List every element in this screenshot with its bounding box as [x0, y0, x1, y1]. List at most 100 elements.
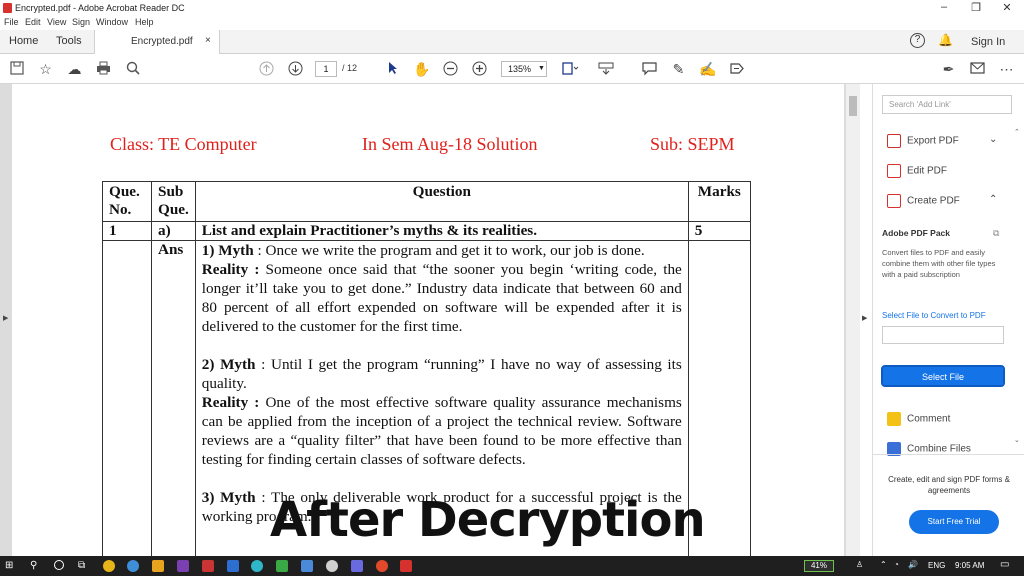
comment-icon[interactable] — [641, 61, 658, 78]
windows-start-icon[interactable]: ⊞ — [5, 560, 17, 572]
zoom-level-select[interactable]: 135% ▼ — [501, 61, 547, 77]
restore-button[interactable]: ❐ — [966, 1, 986, 14]
volume-icon[interactable]: 🔊 — [908, 560, 918, 569]
file-explorer-icon[interactable] — [152, 560, 164, 572]
print-icon[interactable] — [95, 61, 112, 78]
menu-help[interactable]: Help — [135, 17, 154, 27]
header-class: Class: TE Computer — [110, 134, 257, 154]
taskbar-app-icon[interactable] — [326, 560, 338, 572]
start-free-trial-button[interactable]: Start Free Trial — [909, 510, 999, 534]
taskbar-app-icon[interactable] — [177, 560, 189, 572]
after-decryption-overlay: After Decryption — [270, 492, 706, 548]
notification-icon[interactable]: ▭ — [1000, 559, 1009, 570]
scroll-down-icon[interactable]: ⌄ — [1014, 436, 1020, 444]
ans-que-cell — [102, 240, 152, 556]
taskbar-app-icon[interactable] — [202, 560, 214, 572]
scroll-up-icon[interactable]: ⌃ — [1014, 128, 1020, 136]
clock[interactable]: 9:05 AM — [955, 561, 984, 570]
sign-in-link[interactable]: Sign In — [971, 36, 1005, 48]
page-total: / 12 — [342, 63, 358, 73]
tab-home[interactable]: Home — [9, 35, 38, 47]
right-panel-toggle-icon[interactable]: ▶ — [862, 314, 867, 322]
tool-search-input[interactable]: Search 'Add Link' — [882, 95, 1012, 114]
menu-window[interactable]: Window — [96, 17, 128, 27]
acrobat-taskbar-icon[interactable] — [400, 560, 412, 572]
menu-sign[interactable]: Sign — [72, 17, 90, 27]
tool-comment[interactable]: Comment — [887, 412, 950, 426]
page-layout-icon[interactable] — [562, 61, 579, 78]
file-drop-box[interactable] — [882, 326, 1004, 344]
select-file-button[interactable]: Select File — [881, 365, 1005, 387]
scrollbar-thumb[interactable] — [849, 96, 857, 116]
bell-icon[interactable]: 🔔 — [938, 33, 953, 47]
close-window-button[interactable]: ✕ — [997, 1, 1017, 14]
select-file-link[interactable]: Select File to Convert to PDF — [882, 311, 986, 320]
row-marks: 5 — [687, 221, 751, 241]
tray-chevron-icon[interactable]: ⌃ — [880, 560, 887, 569]
vertical-scrollbar[interactable] — [846, 84, 860, 556]
people-icon[interactable]: ♙ — [856, 560, 863, 569]
scroll-mode-icon[interactable] — [597, 61, 614, 78]
tab-document-label: Encrypted.pdf — [131, 36, 193, 47]
next-page-icon[interactable] — [287, 61, 304, 78]
select-cursor-icon[interactable] — [384, 61, 401, 78]
tools-pane: Search 'Add Link' Export PDF ⌄ Edit PDF … — [872, 84, 1024, 556]
battery-indicator[interactable]: 41% — [804, 560, 834, 572]
ans-label: Ans — [151, 240, 196, 556]
pdf-page: Class: TE Computer In Sem Aug-18 Solutio… — [12, 84, 844, 556]
cloud-upload-icon[interactable]: ☁ — [66, 61, 83, 78]
hand-tool-icon[interactable]: ✋ — [413, 61, 430, 78]
more-tools-icon[interactable]: ⋯ — [998, 61, 1015, 78]
taskbar-app-icon[interactable] — [227, 560, 239, 572]
tool-export-pdf[interactable]: Export PDF — [887, 134, 959, 148]
menu-edit[interactable]: Edit — [25, 17, 41, 27]
network-icon[interactable]: ◔ — [894, 560, 899, 569]
zoom-out-icon[interactable] — [442, 61, 459, 78]
taskbar-app-icon[interactable] — [376, 560, 388, 572]
pdf-pack-description: Convert files to PDF and easily combine … — [882, 248, 996, 279]
chevron-down-icon: ▼ — [538, 65, 545, 72]
taskbar-app-icon[interactable] — [127, 560, 139, 572]
previous-page-icon[interactable] — [258, 61, 275, 78]
language-indicator[interactable]: ENG — [928, 561, 945, 570]
highlight-pen-icon[interactable]: ✎ — [670, 61, 687, 78]
menu-file[interactable]: File — [4, 17, 19, 27]
tool-create-pdf[interactable]: Create PDF — [887, 194, 960, 208]
row-que-no: 1 — [102, 221, 152, 241]
close-tab-icon[interactable]: × — [205, 35, 211, 46]
tab-row: Home Tools Encrypted.pdf × ? 🔔 Sign In — [0, 30, 1024, 54]
left-panel-toggle-icon[interactable]: ▶ — [3, 314, 8, 322]
sidebar-scrollbar[interactable]: ⌃ ⌄ — [1013, 128, 1023, 448]
link-sign-icon[interactable]: ✒ — [940, 61, 957, 78]
help-icon[interactable]: ? — [910, 33, 925, 48]
page-number-input[interactable]: 1 — [315, 61, 337, 77]
edge-icon[interactable] — [251, 560, 263, 572]
tab-tools[interactable]: Tools — [56, 35, 82, 47]
taskbar-app-icon[interactable] — [351, 560, 363, 572]
chevron-up-icon[interactable]: ⌃ — [989, 194, 997, 205]
chrome-icon[interactable] — [103, 560, 115, 572]
header-subject: Sub: SEPM — [650, 134, 735, 154]
myth-2: 2) Myth : Until I get the program “runni… — [201, 356, 682, 392]
chevron-down-icon[interactable]: ⌄ — [989, 134, 997, 145]
mail-icon[interactable] — [969, 61, 986, 78]
tab-document[interactable]: Encrypted.pdf × — [94, 30, 220, 54]
col-header-question: Question — [194, 181, 689, 222]
draw-signature-icon[interactable]: ✍ — [699, 61, 716, 78]
reality-1: Reality : Someone once said that “the so… — [201, 261, 682, 335]
zoom-search-icon[interactable] — [124, 61, 141, 78]
tool-edit-pdf[interactable]: Edit PDF — [887, 164, 947, 178]
row-sub-que: a) — [151, 221, 196, 241]
menu-view[interactable]: View — [47, 17, 66, 27]
bookmark-star-icon[interactable]: ☆ — [37, 61, 54, 78]
save-icon[interactable] — [8, 61, 25, 78]
minimize-button[interactable]: – — [934, 1, 954, 13]
taskbar-app-icon[interactable] — [301, 560, 313, 572]
task-view-icon[interactable]: ⧉ — [78, 560, 90, 572]
cortana-icon[interactable] — [54, 560, 64, 570]
document-viewport[interactable]: ▶ Class: TE Computer In Sem Aug-18 Solut… — [0, 84, 848, 556]
taskbar-app-icon[interactable] — [276, 560, 288, 572]
fill-sign-icon[interactable] — [728, 61, 745, 78]
taskbar-search-icon[interactable]: ⚲ — [30, 560, 42, 572]
zoom-in-icon[interactable] — [471, 61, 488, 78]
